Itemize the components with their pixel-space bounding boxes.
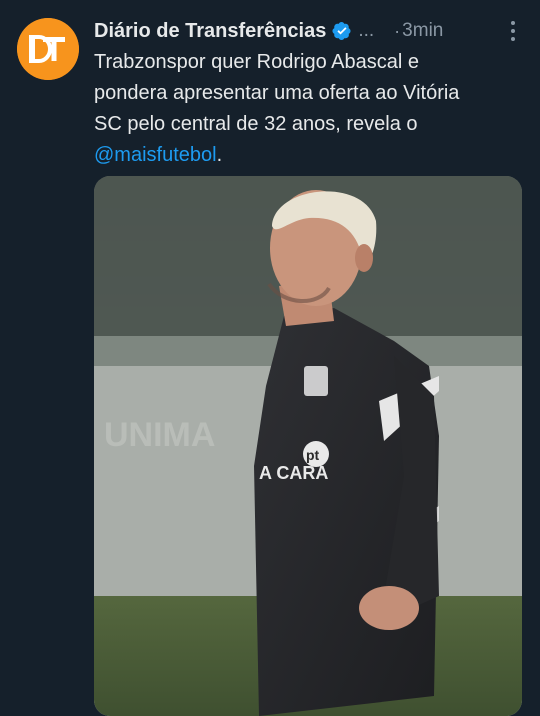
separator: · [394,20,401,41]
verified-badge-icon [332,21,352,41]
tweet-text-end: . [216,144,223,166]
tweet-header: Diário de Transferências ... · 3min [94,16,526,46]
svg-text:UNIMA: UNIMA [104,416,215,454]
shirt-badge-text: pt [306,447,320,463]
avatar[interactable] [17,18,79,80]
tweet-card[interactable]: Diário de Transferências ... · 3min Trab… [0,0,540,716]
account-name[interactable]: Diário de Transferências [94,20,326,43]
tweet-text-line: Trabzonspor quer Rodrigo Abascal e [94,51,419,73]
account-handle[interactable]: ... [358,20,374,42]
tweet-text-line: SC pelo central de 32 anos, revela o [94,113,418,135]
more-vertical-icon[interactable] [510,21,516,41]
tweet-text: Trabzonspor quer Rodrigo Abascal e ponde… [94,47,534,171]
tweet-photo[interactable]: UNIMA A CARA pt [94,176,522,716]
tweet-text-line: pondera apresentar uma oferta ao Vitória [94,82,460,104]
photo-player-training: UNIMA A CARA pt [94,176,522,716]
mention-link[interactable]: @maisfutebol [94,144,217,166]
dt-logo-icon [17,18,79,80]
tweet-time[interactable]: 3min [402,20,443,42]
